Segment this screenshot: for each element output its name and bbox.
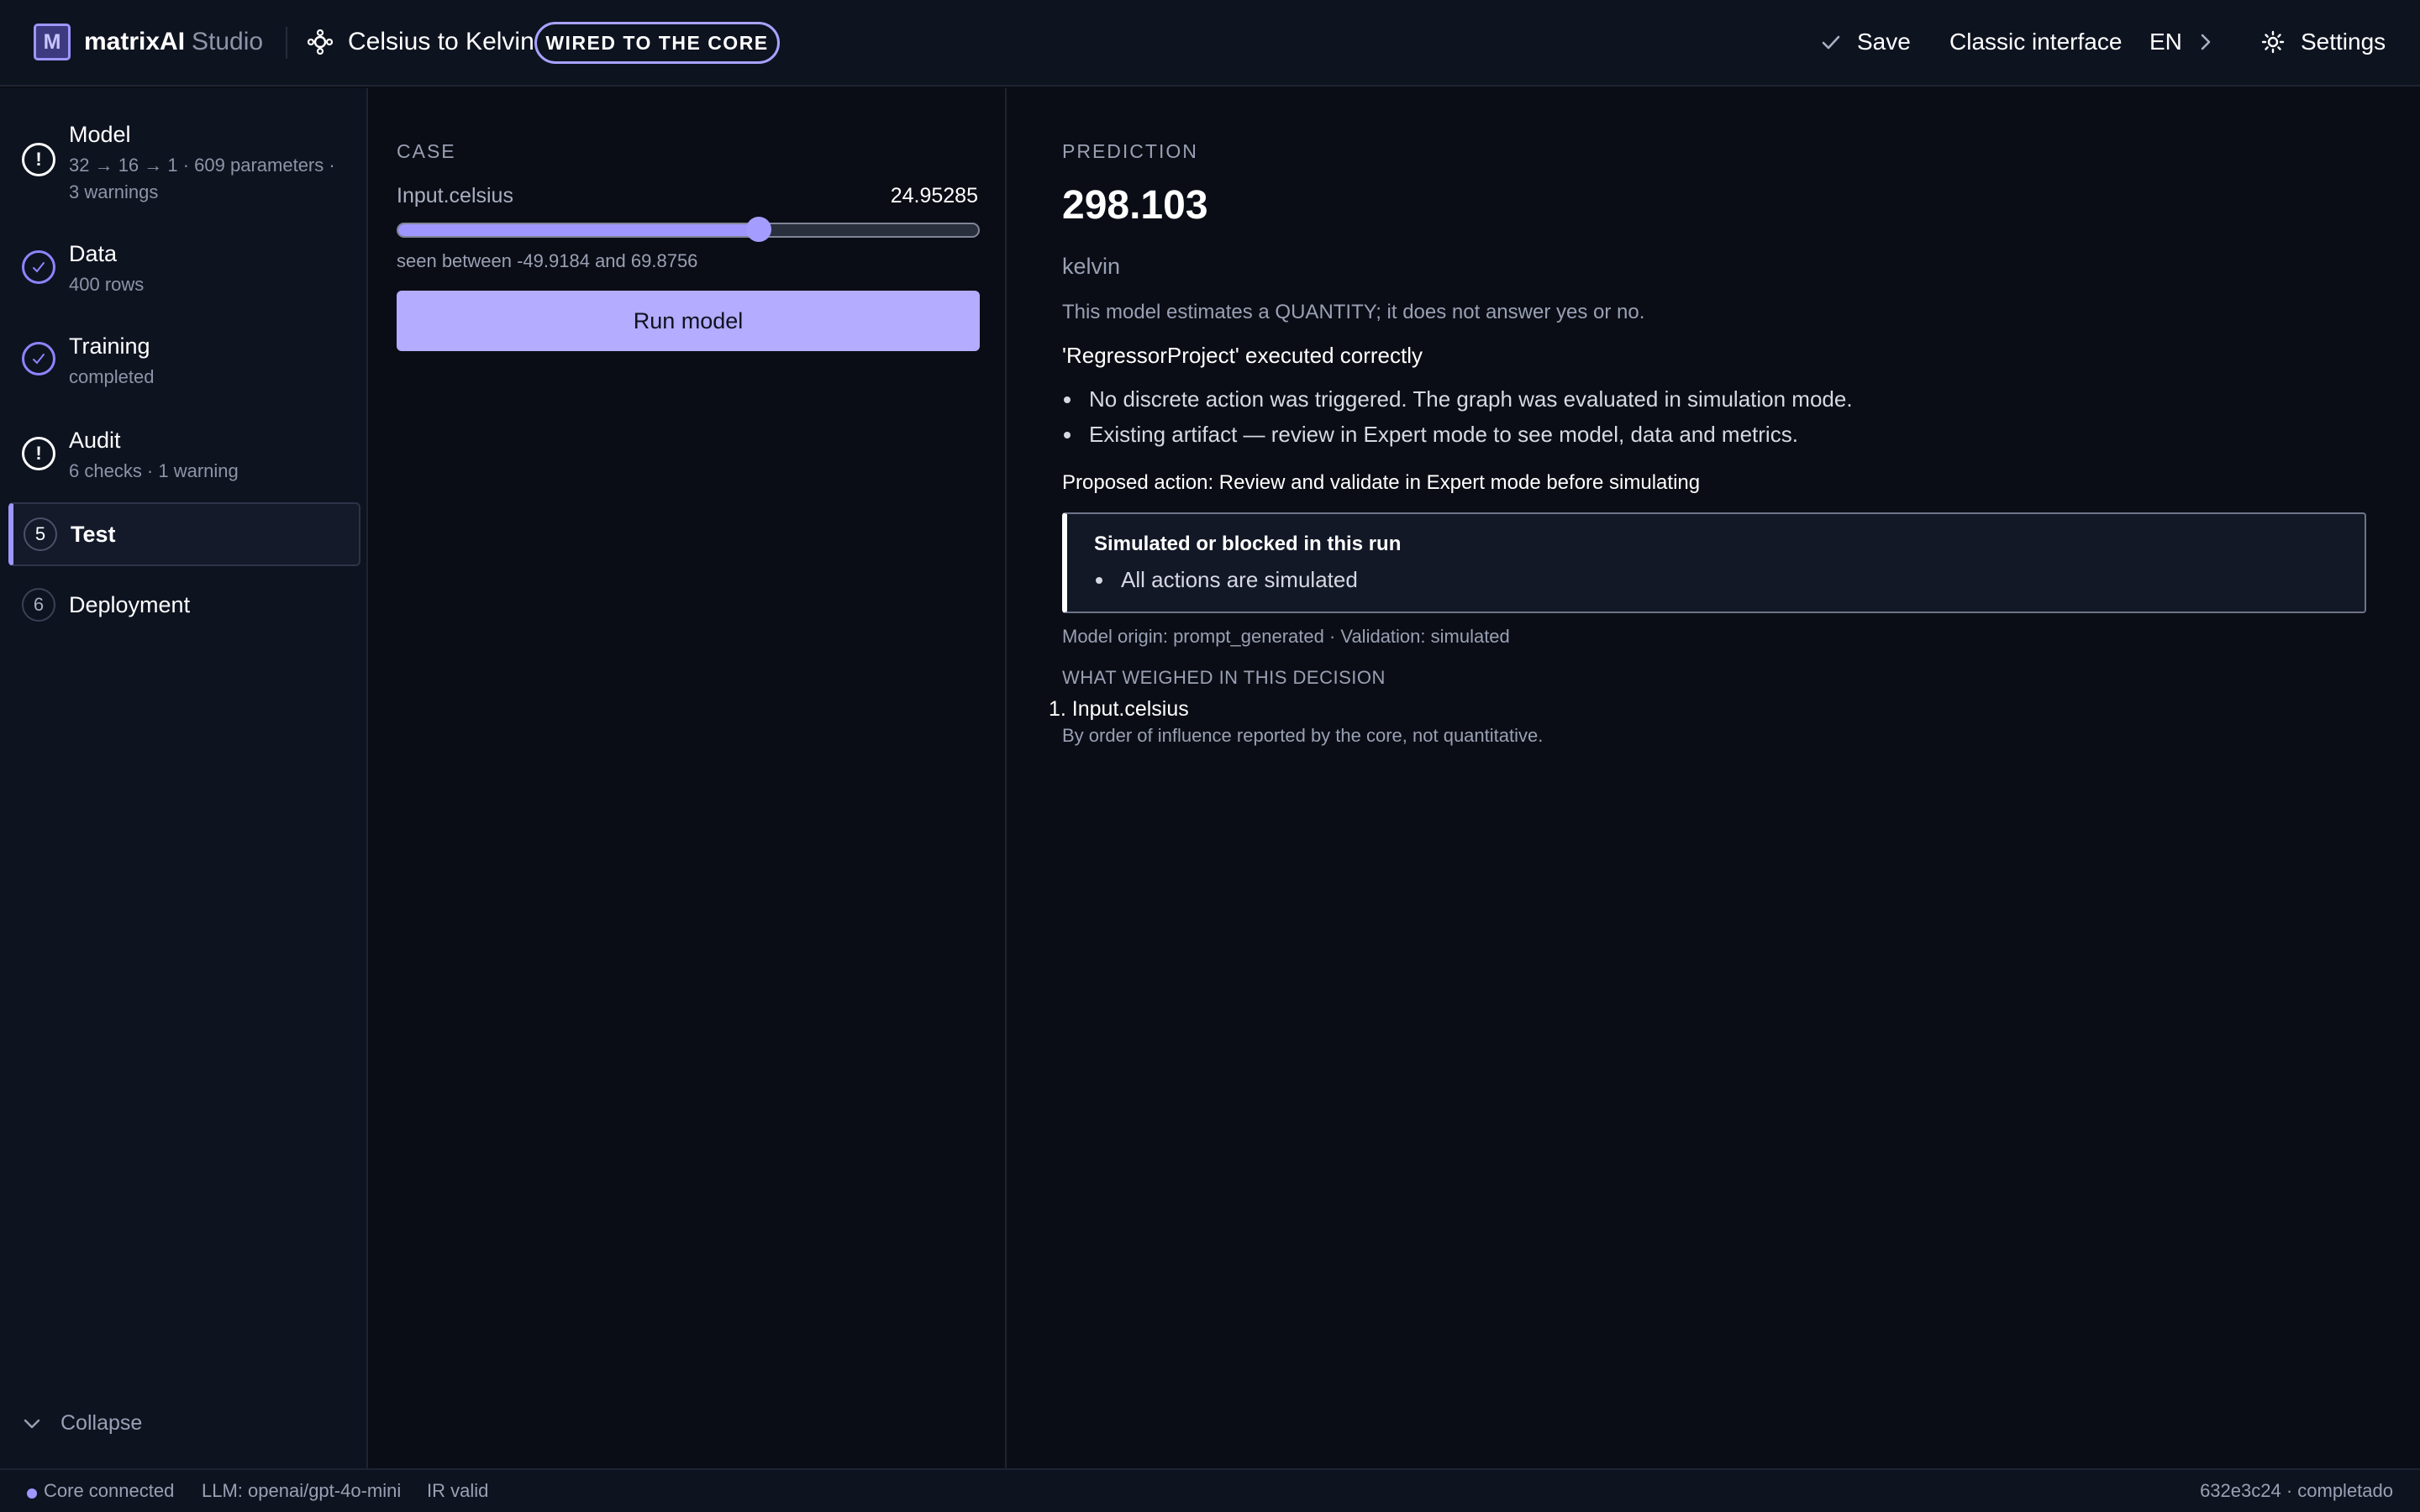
language-selector[interactable]: EN [2149, 20, 2214, 64]
sidebar-item-data[interactable]: Data 400 rows [8, 231, 360, 315]
step-title: Data [69, 241, 118, 266]
collapse-button[interactable]: Collapse [22, 1411, 142, 1436]
simulated-callout: Simulated or blocked in this run All act… [1062, 512, 2366, 613]
run-id-status: 632e3c24 · completado [2200, 1480, 2393, 1501]
prediction-note: This model estimates a QUANTITY; it does… [1062, 301, 1645, 323]
step-subtitle: 3 warnings [69, 181, 159, 202]
warning-icon: ! [22, 143, 55, 176]
model-origin: Model origin: prompt_generated · Validat… [1062, 626, 1510, 647]
list-item: 1. Input.celsius [1049, 695, 1189, 723]
settings-label: Settings [2301, 29, 2386, 55]
list-number: 1. [1049, 697, 1072, 721]
influence-feature: Input.celsius [1071, 697, 1189, 721]
core-status-badge: WIRED TO THE CORE [534, 22, 780, 64]
callout-list: All actions are simulated [1094, 564, 1358, 595]
language-label: EN [2149, 29, 2182, 55]
slider-thumb[interactable] [746, 217, 772, 242]
sidebar-item-audit[interactable]: ! Audit 6 checks · 1 warning [8, 417, 360, 501]
seen-range-hint: seen between -49.9184 and 69.8756 [397, 250, 698, 271]
weighed-section-label: WHAT WEIGHED IN THIS DECISION [1062, 667, 1386, 688]
sidebar: ! Model 32 → 16 → 1 · 609 parameters · 3… [0, 88, 368, 1468]
step-title: Audit [69, 428, 121, 453]
save-label: Save [1857, 29, 1911, 55]
list-item: All actions are simulated [1094, 564, 1358, 595]
list-item: Existing artifact — review in Expert mod… [1062, 419, 1853, 454]
chevron-right-icon [2201, 34, 2211, 50]
classic-interface-label: Classic interface [1949, 29, 2123, 55]
execution-details: No discrete action was triggered. The gr… [1062, 384, 1853, 454]
brand-sub: Studio [192, 28, 264, 55]
top-bar: M matrixAI Studio Celsius to Kelvin WIRE… [0, 0, 2420, 87]
influence-note: By order of influence reported by the co… [1062, 725, 1544, 746]
llm-status: LLM: openai/gpt-4o-mini [202, 1480, 402, 1501]
prediction-panel: PREDICTION 298.103 kelvin This model est… [1008, 88, 2420, 1468]
prediction-value: 298.103 [1062, 183, 1208, 228]
brand-name: matrixAI [84, 28, 186, 55]
save-button[interactable]: Save [1820, 20, 1911, 64]
execution-status: 'RegressorProject' executed correctly [1062, 343, 1423, 368]
case-panel: CASE Input.celsius 24.95285 seen between… [370, 88, 1007, 1468]
list-item: No discrete action was triggered. The gr… [1062, 384, 1853, 419]
core-status: Core connected [44, 1480, 175, 1501]
step-subtitle: 6 checks · 1 warning [69, 460, 239, 481]
sidebar-item-test[interactable]: 5 Test [8, 502, 360, 566]
check-icon [22, 342, 55, 375]
step-subtitle: completed [69, 366, 155, 387]
gear-icon [2261, 30, 2285, 54]
input-field-value: 24.95285 [890, 184, 978, 207]
callout-title: Simulated or blocked in this run [1094, 533, 1402, 555]
header-divider [286, 27, 287, 59]
ir-status: IR valid [427, 1480, 489, 1501]
check-icon [22, 250, 55, 284]
graph-nodes-icon [308, 29, 333, 55]
warning-icon: ! [22, 437, 55, 470]
step-number: 5 [24, 517, 57, 551]
step-number: 6 [22, 588, 55, 622]
step-title: Training [69, 333, 150, 359]
case-section-label: CASE [397, 140, 456, 162]
prediction-section-label: PREDICTION [1062, 140, 1198, 162]
sidebar-item-model[interactable]: ! Model 32 → 16 → 1 · 609 parameters · 3… [8, 112, 360, 221]
connection-dot-icon [27, 1488, 37, 1499]
proposed-action: Proposed action: Review and validate in … [1062, 471, 1701, 494]
step-title: Test [71, 522, 116, 547]
step-subtitle: 400 rows [69, 274, 145, 295]
step-subtitle: 32 → 16 → 1 · 609 parameters · [69, 155, 335, 176]
project-title: Celsius to Kelvin [348, 28, 534, 55]
celsius-slider[interactable] [397, 217, 980, 242]
step-title: Deployment [69, 592, 191, 617]
prediction-unit: kelvin [1062, 254, 1121, 279]
chevron-down-icon [24, 1419, 40, 1428]
slider-fill [398, 224, 760, 236]
influence-list: 1. Input.celsius [1049, 695, 1189, 723]
sidebar-item-deployment[interactable]: 6 Deployment [8, 575, 360, 634]
status-bar: Core connected LLM: openai/gpt-4o-mini I… [0, 1468, 2420, 1512]
input-field-name: Input.celsius [397, 184, 513, 207]
step-title: Model [69, 122, 131, 147]
classic-interface-button[interactable]: Classic interface [1949, 20, 2122, 64]
brand-logo[interactable]: M [34, 24, 71, 60]
settings-button[interactable]: Settings [2260, 20, 2386, 64]
run-model-button[interactable]: Run model [397, 291, 980, 351]
sidebar-item-training[interactable]: Training completed [8, 325, 360, 409]
collapse-label: Collapse [60, 1411, 143, 1435]
check-icon [1822, 35, 1840, 50]
